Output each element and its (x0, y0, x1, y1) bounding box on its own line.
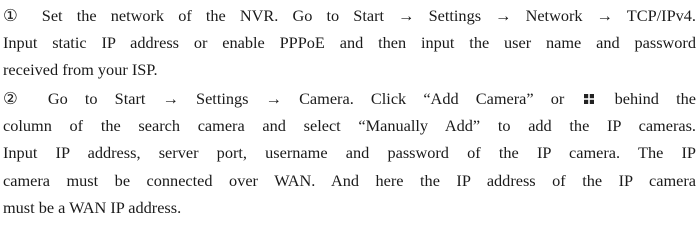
step-2-line-5: must be a WAN IP address. (3, 197, 182, 217)
document-page: ① Set the network of the NVR. Go to Star… (0, 0, 699, 247)
step-1-line-2: Input static IP address or enable PPPoE … (3, 33, 696, 53)
step-1-line-3: received from your ISP. (3, 60, 158, 80)
step-2-line-1-before-icon: ② Go to Start → Settings → Camera. Click… (3, 89, 565, 109)
step-2-line-3: Input IP address, server port, username … (3, 143, 696, 163)
step-2-line-2: column of the search camera and select “… (3, 116, 696, 136)
plus-square-icon (584, 94, 595, 105)
step-2-line-4: camera must be connected over WAN. And h… (3, 170, 696, 190)
step-1-line-1: ① Set the network of the NVR. Go to Star… (3, 6, 696, 25)
step-2-line-1: ② Go to Start → Settings → Camera. Click… (3, 85, 696, 112)
step-1-paragraph: ① Set the network of the NVR. Go to Star… (3, 2, 699, 83)
step-2-line-1-after-icon: behind the (614, 89, 696, 109)
step-2-paragraph: ② Go to Start → Settings → Camera. Click… (3, 85, 699, 220)
